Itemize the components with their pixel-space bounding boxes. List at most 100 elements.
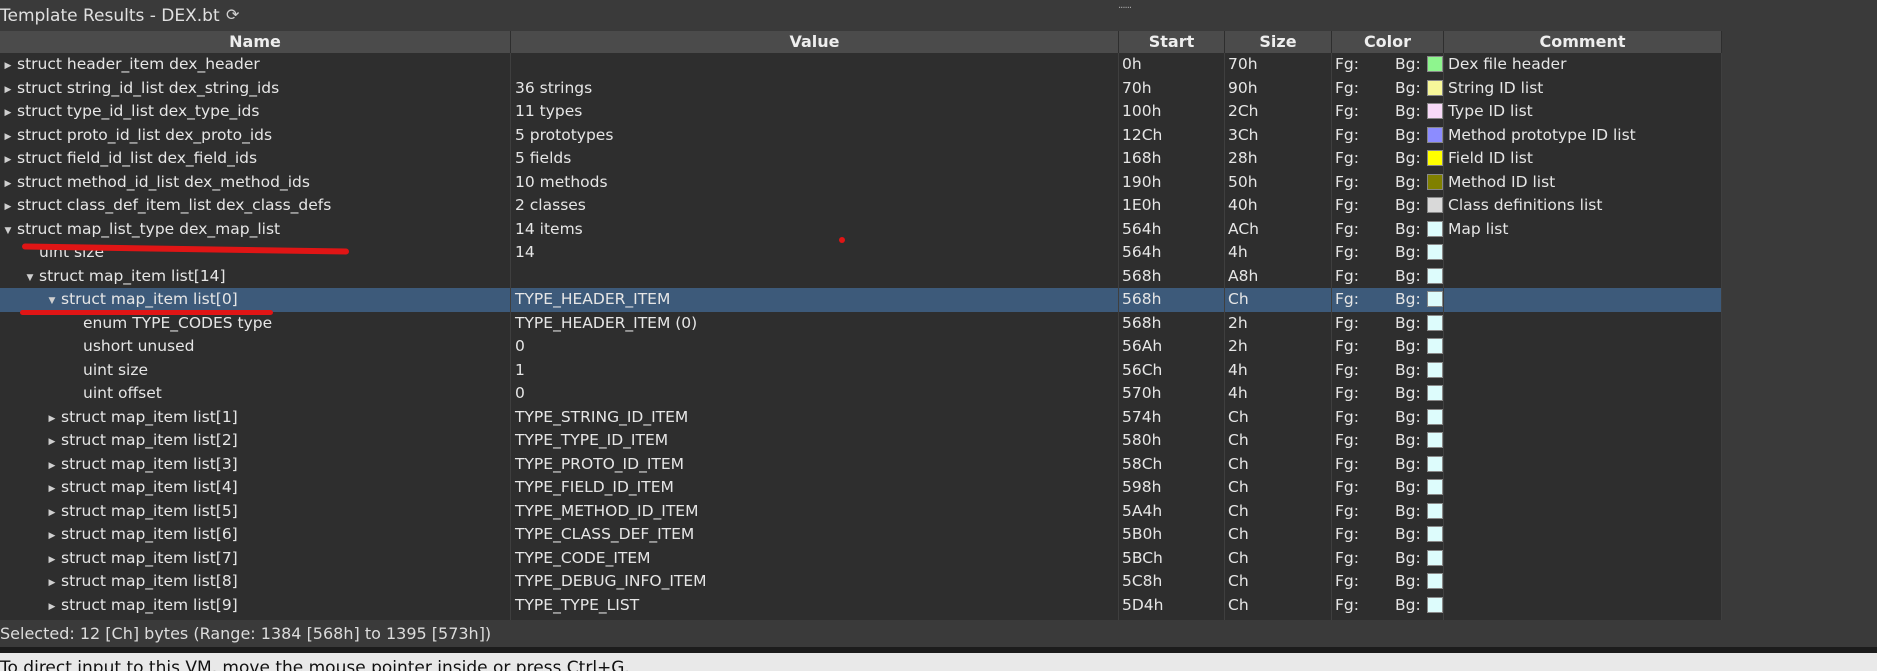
expand-arrow-icon[interactable]: ▶: [2, 196, 14, 218]
table-row[interactable]: ▼ struct map_list_type dex_map_list 14 ite…: [0, 217, 1722, 242]
expand-arrow-icon[interactable]: ▶: [46, 408, 58, 430]
bg-label: Bg:: [1395, 384, 1421, 402]
color-cell: Fg: Bg:: [1332, 476, 1444, 500]
comment-cell: [1444, 405, 1722, 429]
expand-arrow-icon[interactable]: ▶: [2, 102, 14, 124]
bg-color-swatch[interactable]: [1427, 173, 1443, 190]
column-header-value[interactable]: Value: [511, 31, 1119, 53]
table-row[interactable]: uint size 1 56Ch 4h Fg: Bg:: [0, 358, 1722, 382]
table-row[interactable]: ▶ struct map_item list[2] TYPE_TYPE_ID_ITE…: [0, 429, 1722, 453]
table-row[interactable]: ▶ struct string_id_list dex_string_ids 36 …: [0, 76, 1722, 101]
expand-arrow-icon[interactable]: ▶: [46, 478, 58, 500]
table-row[interactable]: ▶ struct field_id_list dex_field_ids 5 fie…: [0, 147, 1722, 171]
table-row[interactable]: ▶struct map_item list[10] Fg: Bg:: [0, 617, 1722, 620]
refresh-icon[interactable]: ⟳: [226, 5, 239, 24]
bg-label: Bg:: [1395, 196, 1421, 214]
column-header-color[interactable]: Color: [1332, 31, 1444, 53]
bg-color-swatch[interactable]: [1427, 79, 1443, 96]
bg-color-swatch[interactable]: [1427, 244, 1443, 260]
table-row[interactable]: ▶ struct map_item list[3] TYPE_PROTO_ID_IT…: [0, 452, 1722, 477]
bg-color-swatch[interactable]: [1427, 197, 1443, 213]
expand-arrow-icon[interactable]: ▶: [2, 79, 14, 101]
color-cell: Fg: Bg:: [1332, 546, 1444, 570]
bg-color-swatch[interactable]: [1427, 502, 1443, 519]
column-header-start[interactable]: Start: [1119, 31, 1225, 53]
bg-color-swatch[interactable]: [1427, 455, 1443, 472]
bg-color-swatch[interactable]: [1427, 573, 1443, 589]
value-cell: [511, 617, 1119, 620]
expand-arrow-icon[interactable]: ▶: [46, 525, 58, 547]
bg-label: Bg:: [1395, 78, 1421, 97]
comment-cell: Field ID list: [1444, 147, 1722, 171]
table-row[interactable]: ▼ struct map_item list[14] 568h A8h Fg: Bg:: [0, 264, 1722, 289]
bg-color-swatch[interactable]: [1427, 549, 1443, 566]
start-cell: 56Ah: [1119, 335, 1225, 359]
expand-arrow-icon[interactable]: ▶: [46, 572, 58, 594]
table-row[interactable]: ▶ struct map_item list[5] TYPE_METHOD_ID_I…: [0, 499, 1722, 524]
bg-color-swatch[interactable]: [1427, 150, 1443, 166]
expand-arrow-icon[interactable]: ▶: [2, 149, 14, 171]
table-row[interactable]: ▶ struct map_item list[7] TYPE_CODE_ITEM 5B…: [0, 546, 1722, 571]
table-row[interactable]: ▶ struct class_def_item_list dex_class_de…: [0, 194, 1722, 218]
annotation-underline-list-0: [20, 310, 273, 315]
expand-arrow-icon[interactable]: ▶: [46, 619, 58, 620]
expand-arrow-icon[interactable]: ▶: [46, 431, 58, 453]
table-row[interactable]: ushort unused 0 56Ah 2h Fg: Bg:: [0, 335, 1722, 359]
size-cell: 2Ch: [1225, 100, 1332, 124]
splitter-grip[interactable]: ......: [1118, 0, 1132, 11]
comment-cell: [1444, 523, 1722, 547]
table-row[interactable]: ▶ struct map_item list[4] TYPE_FIELD_ID_IT…: [0, 476, 1722, 500]
fg-label: Fg:: [1335, 454, 1359, 473]
expand-arrow-icon[interactable]: ▶: [2, 55, 14, 77]
color-cell: Fg: Bg:: [1332, 593, 1444, 617]
table-row[interactable]: enum TYPE_CODES type TYPE_HEADER_ITEM (0)…: [0, 311, 1722, 335]
name-cell: ▶ struct string_id_list dex_string_ids: [0, 76, 511, 101]
table-row[interactable]: ▶ struct map_item list[6] TYPE_CLASS_DEF_I…: [0, 523, 1722, 547]
expand-arrow-icon[interactable]: ▶: [2, 173, 14, 195]
collapse-arrow-icon[interactable]: ▼: [24, 267, 36, 289]
table-row[interactable]: ▶ struct proto_id_list dex_proto_ids 5 pro…: [0, 123, 1722, 148]
bg-color-swatch[interactable]: [1427, 596, 1443, 613]
name-cell: uint offset: [0, 382, 511, 406]
table-row[interactable]: ▶ struct map_item list[8] TYPE_DEBUG_INFO_…: [0, 570, 1722, 594]
bg-color-swatch[interactable]: [1427, 56, 1443, 72]
column-header-size[interactable]: Size: [1225, 31, 1332, 53]
fg-label: Fg:: [1335, 617, 1359, 620]
bg-color-swatch[interactable]: [1427, 314, 1443, 331]
bg-color-swatch[interactable]: [1427, 432, 1443, 448]
table-row[interactable]: ▶ struct header_item dex_header 0h 70h Fg: Bg…: [0, 53, 1722, 77]
start-cell: 5C8h: [1119, 570, 1225, 594]
table-row[interactable]: ▶ struct map_item list[1] TYPE_STRING_ID_I…: [0, 405, 1722, 430]
bg-color-swatch[interactable]: [1427, 291, 1443, 307]
bg-color-swatch[interactable]: [1427, 408, 1443, 425]
table-row[interactable]: uint offset 0 570h 4h Fg: Bg:: [0, 382, 1722, 406]
bg-color-swatch[interactable]: [1427, 220, 1443, 237]
fg-label: Fg:: [1335, 172, 1359, 191]
bg-color-swatch[interactable]: [1427, 385, 1443, 401]
bg-color-swatch[interactable]: [1427, 526, 1443, 542]
bg-color-swatch[interactable]: [1427, 103, 1443, 119]
table-row[interactable]: ▶ struct map_item list[9] TYPE_TYPE_LIST 5D…: [0, 593, 1722, 618]
bg-color-swatch[interactable]: [1427, 361, 1443, 378]
column-header-comment[interactable]: Comment: [1444, 31, 1722, 53]
status-bar: Selected: 12 [Ch] bytes (Range: 1384 [56…: [0, 624, 492, 643]
table-row[interactable]: ▼ struct map_item list[0] TYPE_HEADER_ITEM…: [0, 288, 1722, 312]
table-row[interactable]: ▶ struct method_id_list dex_method_ids 10 …: [0, 170, 1722, 195]
expand-arrow-icon[interactable]: ▶: [2, 126, 14, 148]
name-cell: ▶ struct map_item list[4]: [0, 476, 511, 500]
bg-color-swatch[interactable]: [1427, 338, 1443, 354]
name-cell: ▼ struct map_list_type dex_map_list: [0, 217, 511, 242]
expand-arrow-icon[interactable]: ▶: [46, 455, 58, 477]
bg-color-swatch[interactable]: [1427, 126, 1443, 143]
bg-color-swatch[interactable]: [1427, 479, 1443, 495]
bg-color-swatch[interactable]: [1427, 267, 1443, 284]
expand-arrow-icon[interactable]: ▶: [46, 549, 58, 571]
column-header-name[interactable]: Name: [0, 31, 511, 53]
table-row[interactable]: ▶ struct type_id_list dex_type_ids 11 type…: [0, 100, 1722, 124]
expand-arrow-icon[interactable]: ▶: [46, 502, 58, 524]
expand-arrow-icon[interactable]: ▶: [46, 596, 58, 618]
size-cell: 2h: [1225, 335, 1332, 359]
bg-label: Bg:: [1395, 478, 1421, 496]
collapse-arrow-icon[interactable]: ▼: [46, 290, 58, 312]
collapse-arrow-icon[interactable]: ▼: [2, 220, 14, 242]
